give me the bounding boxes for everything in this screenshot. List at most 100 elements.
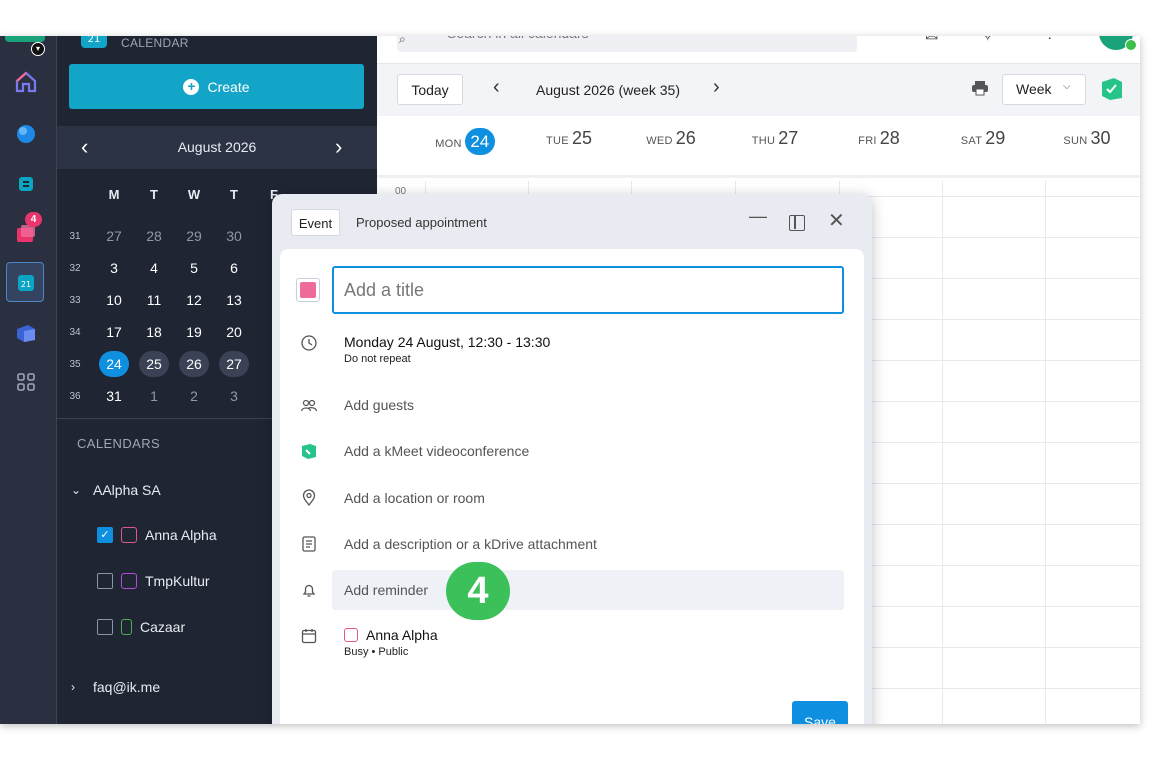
event-form: Monday 24 August, 12:30 - 13:30 Do not r… <box>280 249 864 724</box>
day-number: 24 <box>464 128 495 155</box>
app-window: AS ▾ 4 21 21 CALENDAR <box>0 36 1140 724</box>
mini-calendar-day[interactable]: 26 <box>179 351 209 377</box>
mini-calendar-day[interactable]: 12 <box>179 287 209 313</box>
calendar-group-faq[interactable]: › faq@ik.me <box>71 679 160 695</box>
day-header-fri[interactable]: FRI 28 <box>827 128 931 149</box>
mail-app-icon[interactable] <box>14 122 38 146</box>
day-header-wed[interactable]: WED 26 <box>619 128 723 149</box>
mini-calendar-title: August 2026 <box>177 139 257 155</box>
create-button[interactable]: + Create <box>69 64 364 109</box>
print-icon[interactable] <box>971 80 989 96</box>
chevron-right-icon[interactable]: › <box>335 134 342 160</box>
day-number: 26 <box>675 128 696 148</box>
add-reminder: Add reminder <box>344 582 429 598</box>
calendar-name: Anna Alpha <box>366 627 438 643</box>
mini-calendar-day[interactable]: 30 <box>219 223 249 249</box>
calendars-heading: CALENDARS <box>77 436 161 451</box>
calendar-item-cazaar[interactable]: Cazaar <box>97 619 185 635</box>
svg-text:21: 21 <box>21 280 31 289</box>
week-number: 34 <box>69 327 81 338</box>
settings-icon[interactable]: ✧ <box>981 36 994 46</box>
online-status-icon <box>1125 39 1137 51</box>
mini-calendar-day[interactable]: 25 <box>139 351 169 377</box>
mini-calendar-day[interactable]: 27 <box>99 223 129 249</box>
side-panel-icon[interactable] <box>789 215 805 231</box>
week-number: 32 <box>69 263 81 274</box>
kmeet-icon[interactable] <box>1100 76 1124 102</box>
day-header-thu[interactable]: THU 27 <box>723 128 827 149</box>
tab-event[interactable]: Event <box>291 209 340 236</box>
event-title-input[interactable] <box>332 266 844 314</box>
checkbox[interactable] <box>97 573 113 589</box>
day-header-tue[interactable]: TUE 25 <box>517 128 621 149</box>
save-button[interactable]: Save <box>792 701 848 724</box>
apps-icon[interactable]: ⁘ <box>1043 36 1056 46</box>
today-button[interactable]: Today <box>397 74 463 105</box>
drive-app-icon[interactable] <box>14 172 38 196</box>
checkbox-checked[interactable]: ✓ <box>97 527 113 543</box>
grid-menu-icon[interactable] <box>14 370 38 394</box>
mini-calendar-day[interactable]: 5 <box>179 255 209 281</box>
mini-calendar-day[interactable]: 29 <box>179 223 209 249</box>
mini-calendar-day[interactable]: 28 <box>139 223 169 249</box>
mini-calendar-day[interactable]: 2 <box>179 383 209 409</box>
grid-day-line <box>942 181 943 724</box>
mini-calendar-header: ‹ August 2026 › <box>57 126 377 169</box>
calendar-icon <box>121 527 137 543</box>
tab-proposed-appointment[interactable]: Proposed appointment <box>356 215 487 230</box>
chevron-right-icon[interactable]: › <box>713 76 720 99</box>
mini-calendar-day[interactable]: 13 <box>219 287 249 313</box>
mini-calendar-day[interactable]: 10 <box>99 287 129 313</box>
mini-calendar-day[interactable]: 17 <box>99 319 129 345</box>
close-icon[interactable]: ✕ <box>828 208 845 233</box>
mini-calendar-day[interactable]: 3 <box>99 255 129 281</box>
mini-calendar-day[interactable]: 4 <box>139 255 169 281</box>
checkbox[interactable] <box>97 619 113 635</box>
clock-icon <box>300 334 318 352</box>
home-icon[interactable] <box>14 70 38 94</box>
mini-calendar-dow: W <box>187 187 201 202</box>
mini-calendar-day[interactable]: 6 <box>219 255 249 281</box>
calendar-logo-icon: 21 <box>79 36 109 50</box>
mini-calendar-day[interactable]: 20 <box>219 319 249 345</box>
mini-calendar-day[interactable]: 19 <box>179 319 209 345</box>
mini-calendar-day[interactable]: 24 <box>99 351 129 377</box>
mini-calendar-day[interactable]: 1 <box>139 383 169 409</box>
search-icon: ⌕ <box>399 36 406 46</box>
chat-icon[interactable]: ✉ <box>925 36 938 46</box>
document-icon <box>300 535 318 553</box>
event-color-picker[interactable] <box>296 278 320 302</box>
day-header-mon[interactable]: MON 24 <box>413 128 517 155</box>
group-name: faq@ik.me <box>93 679 161 695</box>
day-header-sun[interactable]: SUN 30 <box>1035 128 1139 149</box>
grid-day-line <box>1045 181 1046 724</box>
mini-calendar-day[interactable]: 11 <box>139 287 169 313</box>
calendar-icon <box>121 573 137 589</box>
day-name: WED <box>646 135 673 147</box>
search-input[interactable]: Search in all calendars <box>397 36 857 52</box>
mini-calendar-day[interactable]: 31 <box>99 383 129 409</box>
account-chevron-icon[interactable]: ▾ <box>31 42 45 56</box>
mini-calendar-day[interactable]: 3 <box>219 383 249 409</box>
mini-calendar-day[interactable]: 18 <box>139 319 169 345</box>
week-number: 31 <box>69 231 81 242</box>
minimize-icon[interactable]: — <box>749 206 767 227</box>
period-title: August 2026 (week 35) <box>536 82 680 98</box>
week-number: 35 <box>69 359 81 370</box>
add-description: Add a description or a kDrive attachment <box>344 536 597 552</box>
view-select[interactable]: Week ⌵ <box>1002 74 1086 105</box>
calendar-color-icon <box>344 628 358 642</box>
group-name: AAlpha SA <box>93 482 161 498</box>
day-number: 28 <box>879 128 900 148</box>
contacts-app-icon[interactable] <box>14 320 38 344</box>
day-header-sat[interactable]: SAT 29 <box>931 128 1035 149</box>
chevron-left-icon[interactable]: ‹ <box>493 76 500 99</box>
create-label: Create <box>207 78 250 95</box>
mini-calendar-dow: M <box>108 187 120 202</box>
people-icon <box>300 396 318 414</box>
calendar-item-anna-alpha[interactable]: ✓ Anna Alpha <box>97 527 217 543</box>
calendar-item-tmpkultur[interactable]: TmpKultur <box>97 573 210 589</box>
calendar-group-aalpha[interactable]: ⌄ AAlpha SA <box>71 482 161 498</box>
calendar-app-icon[interactable]: 21 <box>14 271 38 295</box>
mini-calendar-day[interactable]: 27 <box>219 351 249 377</box>
